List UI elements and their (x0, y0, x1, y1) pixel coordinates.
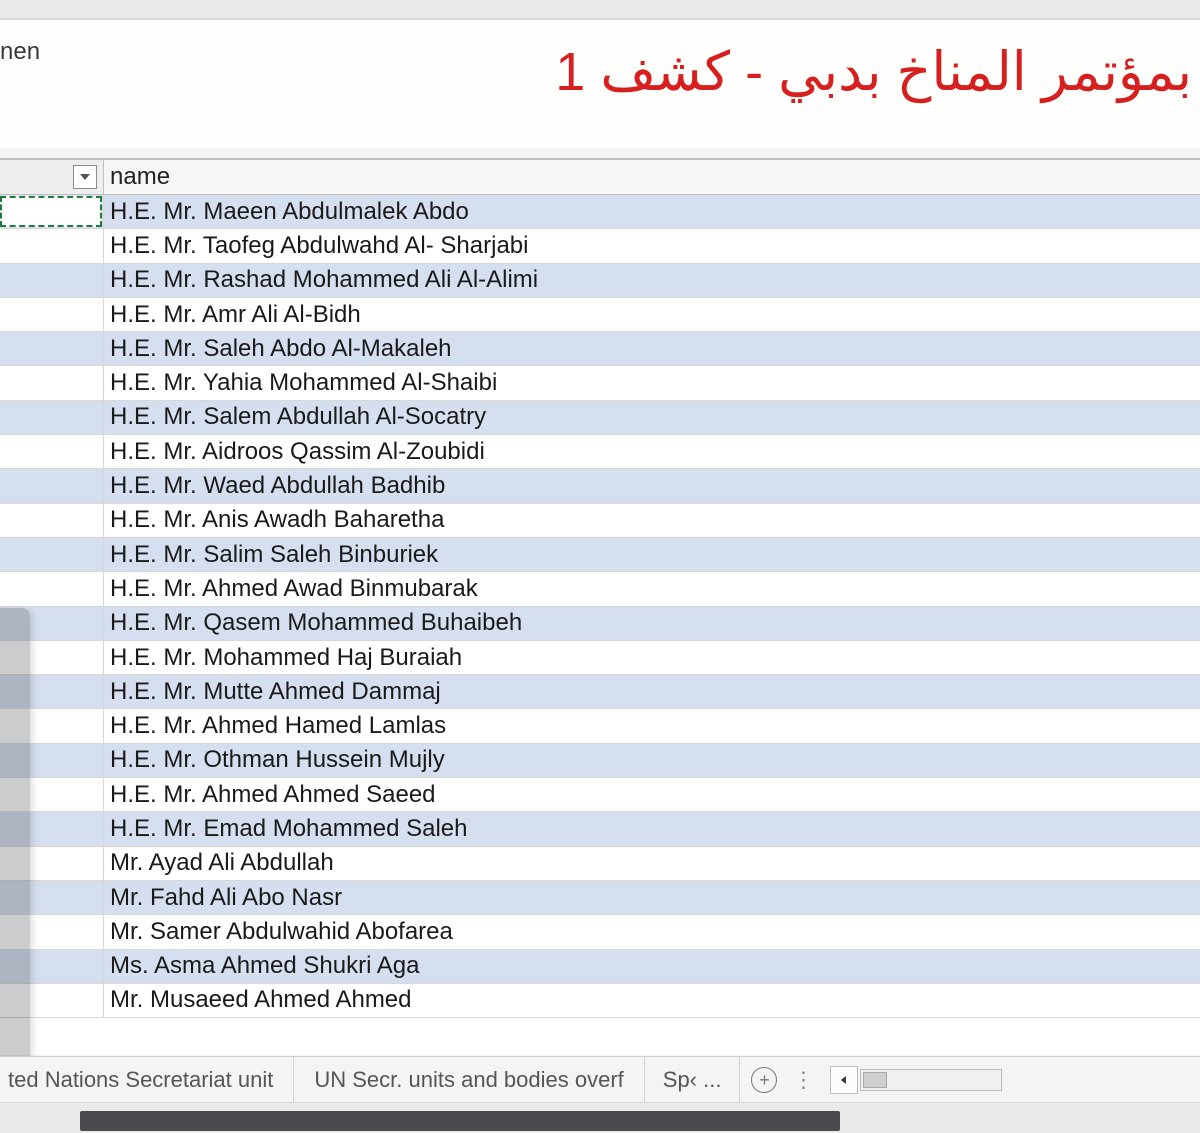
chevron-down-icon (79, 173, 91, 181)
window-top-strip (0, 0, 1200, 19)
name-cell[interactable]: H.E. Mr. Yahia Mohammed Al-Shaibi (104, 369, 1200, 397)
name-cell[interactable]: H.E. Mr. Othman Hussein Mujly (104, 746, 1200, 774)
name-cell[interactable]: H.E. Mr. Rashad Mohammed Ali Al-Alimi (104, 266, 1200, 294)
table-row[interactable]: H.E. Mr. Amr Ali Al-Bidh (0, 298, 1200, 332)
table-row[interactable]: Ms. Asma Ahmed Shukri Aga (0, 950, 1200, 984)
name-cell[interactable]: H.E. Mr. Amr Ali Al-Bidh (104, 301, 1200, 329)
row-col-a[interactable] (0, 778, 104, 811)
table-row[interactable]: Mr. Samer Abdulwahid Abofarea (0, 915, 1200, 949)
name-cell[interactable]: H.E. Mr. Aidroos Qassim Al-Zoubidi (104, 438, 1200, 466)
name-cell[interactable]: Mr. Samer Abdulwahid Abofarea (104, 918, 1200, 946)
name-cell[interactable]: H.E. Mr. Ahmed Hamed Lamlas (104, 712, 1200, 740)
table-row[interactable]: H.E. Mr. Othman Hussein Mujly (0, 744, 1200, 778)
sheet-tab-nations-secretariat[interactable]: ted Nations Secretariat unit (0, 1057, 294, 1103)
status-bar-dark-segment (80, 1111, 840, 1131)
row-col-a[interactable] (0, 984, 104, 1017)
data-rows-container: H.E. Mr. Maeen Abdulmalek Abdo H.E. Mr. T… (0, 195, 1200, 1018)
row-col-a[interactable] (0, 264, 104, 297)
row-col-a[interactable] (0, 469, 104, 502)
row-col-a[interactable] (0, 675, 104, 708)
name-cell[interactable]: H.E. Mr. Mutte Ahmed Dammaj (104, 678, 1200, 706)
name-cell[interactable]: H.E. Mr. Salim Saleh Binburiek (104, 541, 1200, 569)
name-cell[interactable]: Mr. Ayad Ali Abdullah (104, 849, 1200, 877)
table-row[interactable]: H.E. Mr. Maeen Abdulmalek Abdo (0, 195, 1200, 229)
plus-icon: + (751, 1067, 777, 1093)
name-cell[interactable]: H.E. Mr. Taofeg Abdulwahd Al- Sharjabi (104, 232, 1200, 260)
name-cell[interactable]: H.E. Mr. Qasem Mohammed Buhaibeh (104, 609, 1200, 637)
name-cell[interactable]: H.E. Mr. Emad Mohammed Saleh (104, 815, 1200, 843)
column-a-header[interactable] (0, 160, 104, 194)
new-sheet-button[interactable]: + (744, 1060, 784, 1100)
table-row[interactable]: H.E. Mr. Salim Saleh Binburiek (0, 538, 1200, 572)
row-col-a[interactable] (0, 366, 104, 399)
spreadsheet-grid[interactable]: name H.E. Mr. Maeen Abdulmalek AbdoH.E. … (0, 158, 1200, 1055)
row-col-a[interactable] (0, 401, 104, 434)
table-row[interactable]: H.E. Mr. Saleh Abdo Al-Makaleh (0, 332, 1200, 366)
status-bar (0, 1102, 1200, 1133)
tabs-more-button[interactable]: ⋮ (784, 1067, 822, 1093)
name-cell[interactable]: H.E. Mr. Ahmed Ahmed Saeed (104, 781, 1200, 809)
header-area: nen بمؤتمر المناخ بدبي - كشف 1 (0, 19, 1200, 148)
hscroll-thumb[interactable] (863, 1072, 887, 1088)
name-cell[interactable]: H.E. Mr. Saleh Abdo Al-Makaleh (104, 335, 1200, 363)
name-cell[interactable]: H.E. Mr. Anis Awadh Baharetha (104, 506, 1200, 534)
sheet-tabs-bar: ted Nations Secretariat unit UN Secr. un… (0, 1056, 1200, 1103)
name-cell[interactable]: Mr. Musaeed Ahmed Ahmed (104, 986, 1200, 1014)
truncated-left-text: nen (0, 38, 40, 66)
table-row[interactable]: H.E. Mr. Qasem Mohammed Buhaibeh (0, 607, 1200, 641)
name-cell[interactable]: H.E. Mr. Ahmed Awad Binmubarak (104, 575, 1200, 603)
table-row[interactable]: H.E. Mr. Salem Abdullah Al-Socatry (0, 401, 1200, 435)
row-col-a[interactable] (0, 538, 104, 571)
table-row[interactable]: H.E. Mr. Aidroos Qassim Al-Zoubidi (0, 435, 1200, 469)
triangle-left-icon (839, 1075, 849, 1085)
name-cell[interactable]: H.E. Mr. Maeen Abdulmalek Abdo (104, 198, 1200, 226)
name-cell[interactable]: Mr. Fahd Ali Abo Nasr (104, 884, 1200, 912)
row-col-a[interactable] (0, 298, 104, 331)
name-cell[interactable]: H.E. Mr. Salem Abdullah Al-Socatry (104, 403, 1200, 431)
row-col-a[interactable] (0, 435, 104, 468)
name-cell[interactable]: Ms. Asma Ahmed Shukri Aga (104, 952, 1200, 980)
name-cell[interactable]: H.E. Mr. Waed Abdullah Badhib (104, 472, 1200, 500)
row-col-a[interactable] (0, 641, 104, 674)
page-title: بمؤتمر المناخ بدبي - كشف 1 (555, 40, 1192, 103)
row-col-a[interactable] (0, 812, 104, 845)
table-row[interactable]: Mr. Fahd Ali Abo Nasr (0, 881, 1200, 915)
row-col-a[interactable] (0, 744, 104, 777)
table-row[interactable]: H.E. Mr. Ahmed Ahmed Saeed (0, 778, 1200, 812)
row-col-a[interactable] (0, 950, 104, 983)
row-col-a[interactable] (0, 709, 104, 742)
row-col-a[interactable] (0, 229, 104, 262)
row-col-a[interactable] (0, 847, 104, 880)
table-row[interactable]: H.E. Mr. Ahmed Hamed Lamlas (0, 709, 1200, 743)
table-row[interactable]: Mr. Ayad Ali Abdullah (0, 847, 1200, 881)
table-row[interactable]: H.E. Mr. Rashad Mohammed Ali Al-Alimi (0, 264, 1200, 298)
table-row[interactable]: H.E. Mr. Anis Awadh Baharetha (0, 504, 1200, 538)
table-row[interactable]: H.E. Mr. Taofeg Abdulwahd Al- Sharjabi (0, 229, 1200, 263)
hscroll-left-button[interactable] (830, 1066, 858, 1094)
horizontal-scrollbar (830, 1066, 1002, 1094)
table-row[interactable]: H.E. Mr. Mutte Ahmed Dammaj (0, 675, 1200, 709)
hscroll-track[interactable] (860, 1069, 1002, 1091)
row-col-a[interactable] (0, 504, 104, 537)
column-name-header[interactable]: name (104, 160, 1200, 194)
table-row[interactable]: H.E. Mr. Yahia Mohammed Al-Shaibi (0, 366, 1200, 400)
sheet-tab-un-secr-units[interactable]: UN Secr. units and bodies overf (294, 1057, 644, 1103)
row-col-a[interactable] (0, 881, 104, 914)
row-col-a[interactable] (0, 915, 104, 948)
table-row[interactable]: H.E. Mr. Ahmed Awad Binmubarak (0, 572, 1200, 606)
name-cell[interactable]: H.E. Mr. Mohammed Haj Buraiah (104, 644, 1200, 672)
row-col-a[interactable] (0, 195, 104, 228)
row-col-a[interactable] (0, 572, 104, 605)
table-row[interactable]: H.E. Mr. Emad Mohammed Saleh (0, 812, 1200, 846)
row-col-a[interactable] (0, 607, 104, 640)
column-header-row: name (0, 160, 1200, 195)
sheet-tab-truncated[interactable]: Sp‹ ... (645, 1057, 741, 1103)
table-row[interactable]: H.E. Mr. Waed Abdullah Badhib (0, 469, 1200, 503)
table-row[interactable]: Mr. Musaeed Ahmed Ahmed (0, 984, 1200, 1018)
filter-dropdown-button[interactable] (73, 165, 97, 189)
row-col-a[interactable] (0, 332, 104, 365)
table-row[interactable]: H.E. Mr. Mohammed Haj Buraiah (0, 641, 1200, 675)
